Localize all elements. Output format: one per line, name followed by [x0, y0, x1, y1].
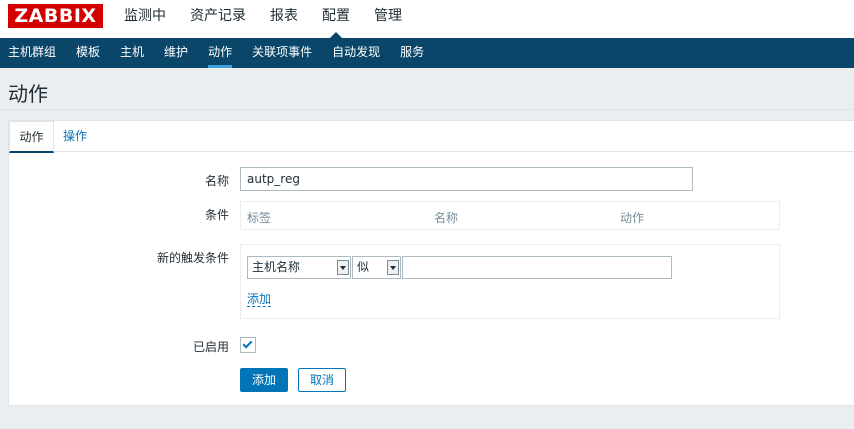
new-condition-box: 主机名称 似 添加	[240, 244, 780, 319]
name-input[interactable]	[240, 167, 693, 191]
name-label: 名称	[204, 174, 229, 188]
condition-type-value: 主机名称	[252, 260, 301, 274]
page-header: 动作	[0, 68, 854, 110]
subnav-item-maintenance[interactable]: 维护	[156, 38, 196, 68]
subnav-item-services[interactable]: 服务	[392, 38, 432, 68]
add-button[interactable]: 添加	[240, 368, 288, 392]
conditions-header-name: 名称	[434, 211, 459, 225]
subnav-item-templates[interactable]: 模板	[68, 38, 108, 68]
tab-operations[interactable]: 操作	[63, 121, 87, 153]
conditions-header-label: 标签	[247, 211, 272, 225]
top-header: ZABBIX 监测中 资产记录 报表 配置 管理	[0, 0, 854, 38]
zabbix-logo[interactable]: ZABBIX	[8, 4, 103, 28]
cancel-button[interactable]: 取消	[298, 368, 346, 392]
subnav-item-event-correlation[interactable]: 关联项事件	[244, 38, 320, 68]
subnav-item-host-groups[interactable]: 主机群组	[0, 38, 64, 68]
sub-nav: 主机群组 模板 主机 维护 动作 关联项事件 自动发现 服务	[0, 38, 854, 68]
page-title: 动作	[8, 82, 48, 106]
conditions-label: 条件	[204, 208, 229, 222]
main-menu: 监测中 资产记录 报表 配置 管理	[112, 0, 414, 38]
main-menu-item-configuration[interactable]: 配置	[310, 0, 362, 38]
chevron-down-icon	[337, 260, 349, 275]
condition-value-input[interactable]	[402, 256, 672, 279]
condition-operator-select[interactable]: 似	[352, 256, 401, 279]
main-menu-item-reports[interactable]: 报表	[258, 0, 310, 38]
enabled-checkbox[interactable]	[240, 337, 256, 353]
form-tabs: 动作 操作	[9, 121, 854, 153]
checkmark-icon	[242, 338, 253, 349]
tab-action[interactable]: 动作	[9, 121, 54, 153]
subnav-item-actions[interactable]: 动作	[200, 38, 240, 68]
new-condition-label: 新的触发条件	[156, 251, 229, 265]
conditions-header-action: 动作	[620, 211, 645, 225]
subnav-item-hosts[interactable]: 主机	[112, 38, 152, 68]
subnav-item-discovery[interactable]: 自动发现	[324, 38, 388, 68]
condition-operator-value: 似	[357, 260, 370, 274]
condition-type-select[interactable]: 主机名称	[247, 256, 351, 279]
main-menu-item-administration[interactable]: 管理	[362, 0, 414, 38]
chevron-down-icon	[387, 260, 399, 275]
main-menu-item-inventory[interactable]: 资产记录	[178, 0, 258, 38]
add-condition-link[interactable]: 添加	[247, 292, 272, 307]
action-form: 动作 操作 名称 条件 标签 名称 动作 新的触发条件 主机名称 似 添加 已启…	[8, 120, 854, 406]
main-menu-item-monitoring[interactable]: 监测中	[112, 0, 178, 38]
conditions-table: 标签 名称 动作	[240, 201, 780, 230]
enabled-label: 已启用	[192, 340, 229, 354]
